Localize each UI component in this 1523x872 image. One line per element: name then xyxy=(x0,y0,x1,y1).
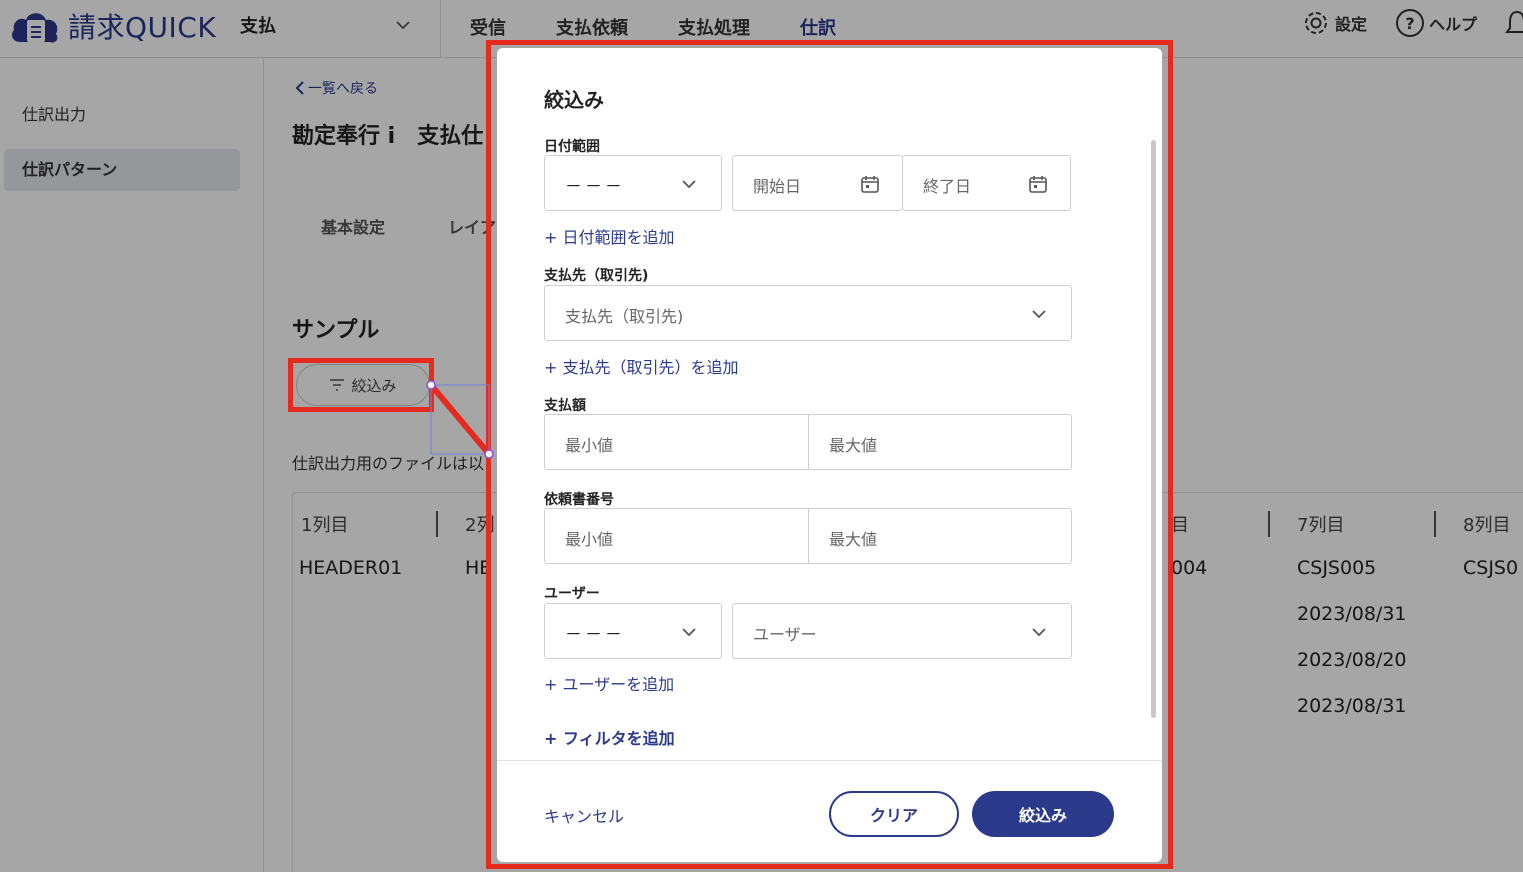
annotation-highlight-filter-button xyxy=(288,358,434,412)
annotation-highlight-modal xyxy=(486,40,1173,869)
